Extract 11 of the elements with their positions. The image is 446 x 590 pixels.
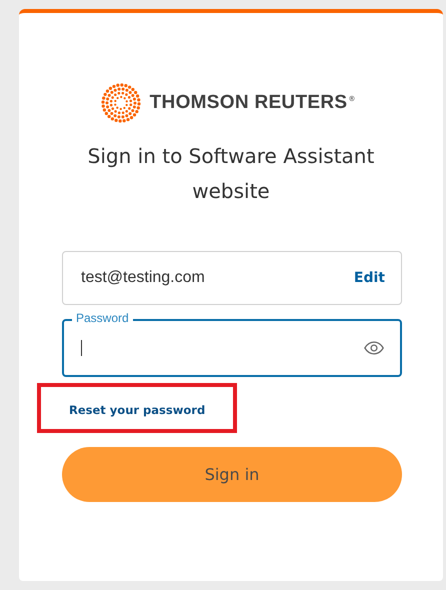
eye-icon[interactable]: [364, 341, 384, 355]
logo-text: THOMSON REUTERS: [150, 92, 348, 114]
page-heading: Sign in to Software Assistant website: [86, 143, 376, 205]
reset-password-link[interactable]: Reset your password: [69, 403, 206, 417]
password-label: Password: [72, 311, 133, 325]
edit-link[interactable]: Edit: [354, 270, 385, 286]
dotted-circle-icon: [100, 83, 141, 123]
text-cursor: [81, 340, 82, 356]
email-value: test@testing.com: [81, 269, 206, 287]
email-field[interactable]: test@testing.com Edit: [62, 251, 402, 305]
sign-in-button[interactable]: Sign in: [62, 447, 402, 502]
